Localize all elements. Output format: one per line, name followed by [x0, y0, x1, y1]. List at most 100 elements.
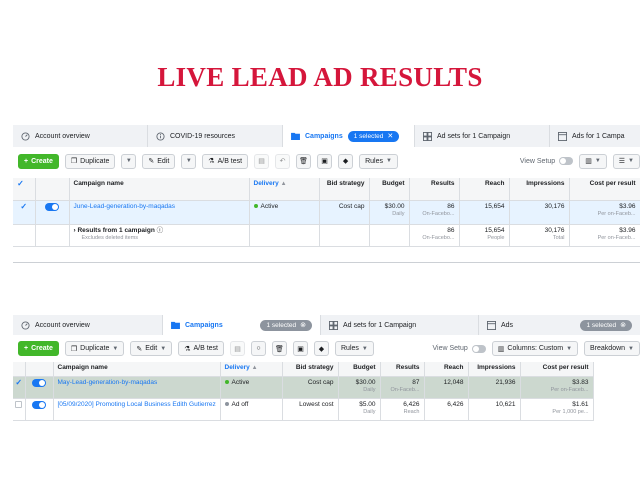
- tab-ads[interactable]: Ads 1 selected ⊗: [479, 315, 640, 335]
- campaign-toggle[interactable]: [32, 378, 46, 387]
- ad-icon: [558, 131, 567, 141]
- row-checkbox-cell[interactable]: ✓: [13, 200, 36, 225]
- view-setup-toggle[interactable]: View Setup: [433, 344, 486, 353]
- column-header[interactable]: Reach: [424, 362, 469, 377]
- undo-button[interactable]: ↶: [275, 153, 291, 169]
- campaign-name-link[interactable]: June-Lead-generation-by-maqadas: [74, 203, 176, 210]
- checkmark-icon[interactable]: ✓: [20, 202, 27, 210]
- duplicate-button[interactable]: ❐ Duplicate ▼: [64, 341, 125, 356]
- tab-campaigns[interactable]: Campaigns 1 selected ⊗: [163, 315, 321, 335]
- edit-button[interactable]: ✎ Edit: [142, 153, 176, 169]
- create-button[interactable]: + Create: [18, 341, 59, 356]
- preview-button[interactable]: ▣: [293, 341, 308, 356]
- selected-pill[interactable]: 1 selected ✕: [347, 130, 400, 142]
- table-header-row: ✓ Campaign name Delivery ▲ Bid strategy …: [13, 178, 640, 201]
- select-all-cell[interactable]: ✓: [13, 178, 36, 201]
- tab-ad-sets[interactable]: Ad sets for 1 Campaign: [415, 125, 550, 147]
- column-header[interactable]: Results: [409, 178, 460, 201]
- column-header[interactable]: Cost per result: [569, 178, 640, 201]
- caret-down-icon: ▼: [594, 158, 601, 164]
- tab-covid-resources[interactable]: COVID-19 resources: [148, 125, 283, 147]
- columns-button[interactable]: ▥ Columns: Custom ▼: [491, 341, 579, 356]
- column-header[interactable]: Campaign name: [69, 178, 250, 201]
- breakdown-button[interactable]: ☰ ▼: [612, 153, 640, 169]
- column-header[interactable]: Budget: [369, 178, 410, 201]
- tab-account-overview[interactable]: Account overview: [13, 315, 163, 335]
- archive-button[interactable]: ▤: [230, 341, 245, 356]
- close-icon[interactable]: ⊗: [620, 321, 626, 329]
- archive-button[interactable]: ▤: [254, 153, 270, 169]
- tab-label: Campaigns: [185, 321, 223, 329]
- ab-test-button[interactable]: ⚗ A/B test: [178, 341, 224, 356]
- toggle-switch[interactable]: [559, 157, 574, 165]
- flask-icon: ⚗: [184, 345, 191, 353]
- select-all-cell[interactable]: [13, 362, 26, 377]
- tab-ads[interactable]: Ads for 1 Campa: [550, 125, 640, 147]
- create-button[interactable]: + Create: [18, 153, 59, 169]
- tag-button[interactable]: ◆: [314, 341, 329, 356]
- delete-button[interactable]: 🗑: [296, 153, 312, 169]
- close-icon[interactable]: ✕: [387, 132, 393, 140]
- undo-icon: ↶: [279, 158, 286, 165]
- delete-button[interactable]: 🗑: [272, 341, 287, 356]
- campaign-toggle-cell[interactable]: [35, 200, 70, 225]
- edit-button[interactable]: ✎ Edit ▼: [130, 341, 173, 356]
- column-header[interactable]: Delivery ▲: [220, 362, 283, 377]
- duplicate-button[interactable]: ❐ Duplicate: [64, 153, 116, 169]
- columns-button[interactable]: ▥ ▼: [579, 153, 607, 169]
- column-header[interactable]: Bid strategy: [282, 362, 339, 377]
- campaign-name-link[interactable]: May-Lead-generation-by-maqadas: [58, 379, 158, 386]
- column-header[interactable]: Results: [380, 362, 425, 377]
- column-header[interactable]: Impressions: [468, 362, 521, 377]
- edit-dropdown[interactable]: ▼: [181, 153, 197, 169]
- caret-down-icon: ▼: [361, 345, 368, 352]
- tab-bar: Account overview Campaigns 1 selected ⊗ …: [13, 315, 640, 335]
- preview-button[interactable]: ▣: [317, 153, 333, 169]
- column-header[interactable]: Campaign name: [53, 362, 221, 377]
- column-header[interactable]: Cost per result: [520, 362, 594, 377]
- columns-icon: ▥: [497, 345, 505, 353]
- campaign-toggle[interactable]: [32, 400, 46, 409]
- tab-ad-sets[interactable]: Ad sets for 1 Campaign: [321, 315, 479, 335]
- column-header[interactable]: Delivery ▲: [249, 178, 320, 201]
- column-header[interactable]: Impressions: [509, 178, 570, 201]
- table-row[interactable]: ✓ June-Lead-generation-by-maqadas Active…: [13, 200, 640, 225]
- close-icon[interactable]: ⊗: [300, 321, 306, 329]
- view-setup-toggle[interactable]: View Setup: [520, 157, 574, 165]
- tab-account-overview[interactable]: Account overview: [13, 125, 148, 147]
- breakdown-button[interactable]: Breakdown ▼: [584, 341, 640, 356]
- cost-per-result-cell: $1.61 Per 1,000 pe...: [520, 398, 594, 421]
- selected-pill[interactable]: 1 selected ⊗: [260, 319, 312, 331]
- tab-campaigns[interactable]: Campaigns 1 selected ✕: [283, 125, 415, 147]
- table-row[interactable]: ✓ May-Lead-generation-by-maqadas Active …: [13, 376, 594, 399]
- row-checkbox-cell[interactable]: [13, 398, 26, 421]
- bid-strategy-cell: Cost cap: [319, 200, 370, 225]
- pencil-icon: ✎: [148, 158, 155, 165]
- rules-button[interactable]: Rules ▼: [335, 341, 374, 356]
- rules-button[interactable]: Rules ▼: [359, 153, 398, 169]
- sort-icon: ▲: [251, 365, 258, 371]
- duplicate-dropdown[interactable]: ▼: [121, 153, 137, 169]
- campaigns-table: Campaign name Delivery ▲ Bid strategy Bu…: [13, 362, 594, 421]
- info-icon: ⓘ: [156, 226, 164, 234]
- campaign-toggle-cell[interactable]: [25, 398, 54, 421]
- column-header[interactable]: Budget: [338, 362, 381, 377]
- ab-test-button[interactable]: ⚗ A/B test: [202, 153, 249, 169]
- tag-button[interactable]: ◆: [338, 153, 354, 169]
- expand-caret-icon[interactable]: ›: [74, 227, 76, 234]
- campaign-toggle[interactable]: [45, 202, 59, 211]
- campaign-toggle-cell[interactable]: [25, 376, 54, 399]
- undo-button[interactable]: ○: [251, 341, 266, 356]
- column-header[interactable]: Bid strategy: [319, 178, 370, 201]
- checkmark-icon[interactable]: ✓: [17, 180, 24, 188]
- table-row[interactable]: [05/09/2020] Promoting Local Business Ed…: [13, 398, 594, 421]
- campaign-name-link[interactable]: [05/09/2020] Promoting Local Business Ed…: [58, 401, 216, 408]
- checkmark-icon[interactable]: ✓: [15, 378, 22, 386]
- row-checkbox-cell[interactable]: ✓: [13, 376, 26, 399]
- checkbox[interactable]: [15, 400, 23, 408]
- toggle-switch[interactable]: [471, 344, 486, 353]
- column-header[interactable]: Reach: [459, 178, 510, 201]
- breakdown-icon: ☰: [618, 158, 626, 165]
- selected-pill[interactable]: 1 selected ⊗: [580, 319, 632, 331]
- delivery-cell: Active: [220, 376, 283, 399]
